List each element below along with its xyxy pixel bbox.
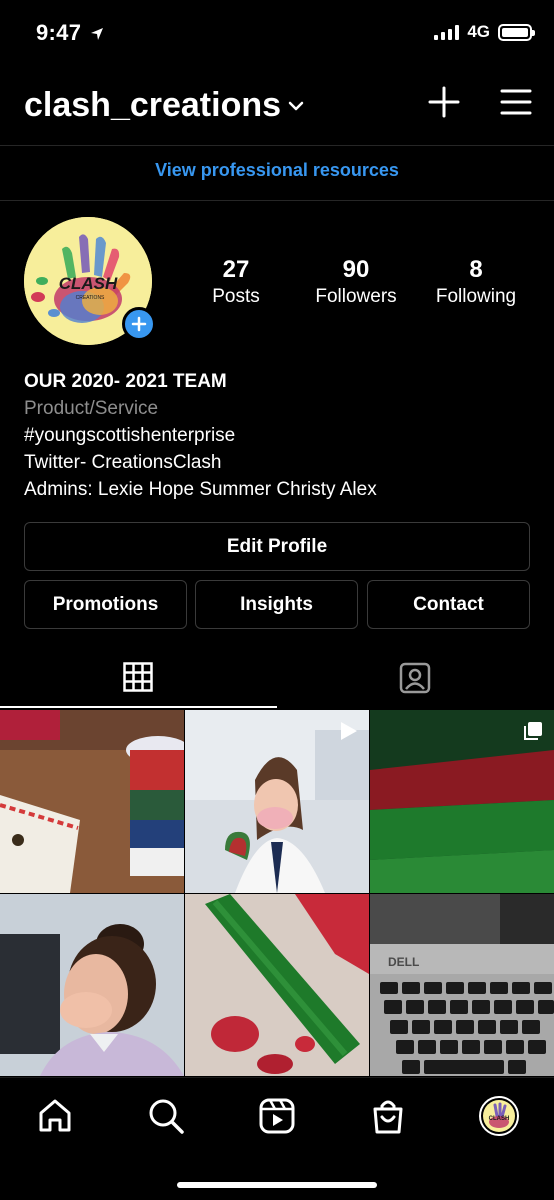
edit-profile-button[interactable]: Edit Profile: [24, 522, 530, 571]
battery-icon: [498, 23, 535, 41]
post-thumbnail[interactable]: [0, 894, 184, 1076]
username: clash_creations: [24, 86, 282, 124]
menu-icon[interactable]: [500, 88, 532, 116]
avatar-logo-text: CLASH: [59, 274, 118, 293]
posts-label: Posts: [212, 286, 260, 307]
bio-line: Admins: Lexie Hope Summer Christy Alex: [24, 479, 377, 500]
location-arrow-icon: [91, 28, 103, 40]
nav-profile[interactable]: CLASH: [477, 1094, 521, 1138]
avatar-logo-subtext: CREATIONS: [76, 295, 105, 301]
plus-icon[interactable]: [428, 86, 460, 118]
reels-icon: [259, 1098, 295, 1134]
bio-name: OUR 2020- 2021 TEAM: [24, 371, 227, 392]
ribbon-spools-photo: [0, 710, 184, 893]
status-time: 9:47: [36, 20, 82, 45]
glitter-roll-photo: [185, 894, 369, 1076]
divider: [0, 145, 554, 146]
chevron-down-icon: [288, 101, 304, 110]
professional-resources-link[interactable]: View professional resources: [0, 160, 554, 181]
following-label: Following: [435, 286, 517, 307]
profile-header: clash_creations: [0, 80, 554, 138]
bio-hashtag[interactable]: #youngscottishenterprise: [24, 422, 534, 449]
home-icon: [39, 1099, 71, 1132]
following-count: 8: [469, 256, 483, 283]
promotions-button[interactable]: Promotions: [24, 580, 187, 629]
signal-icon: [434, 24, 460, 40]
post-thumbnail[interactable]: DELL: [370, 894, 554, 1076]
home-indicator: [177, 1182, 377, 1188]
status-bar: 9:47 4G: [0, 0, 554, 68]
svg-text:DELL: DELL: [388, 955, 419, 969]
profile-avatar: CLASH: [479, 1096, 519, 1136]
followers-label: Followers: [315, 286, 397, 307]
contact-button[interactable]: Contact: [367, 580, 530, 629]
followers-count: 90: [342, 256, 370, 283]
insights-button[interactable]: Insights: [195, 580, 358, 629]
bio-category: Product/Service: [24, 398, 159, 419]
profile-bio: OUR 2020- 2021 TEAM Product/Service #you…: [24, 368, 534, 503]
profile-stats: 27 Posts 90 Followers 8 Following: [176, 256, 536, 308]
nav-search[interactable]: [144, 1094, 188, 1138]
header-actions: [428, 86, 532, 118]
profile-avatar[interactable]: CLASH CREATIONS: [24, 217, 156, 345]
post-grid: DELL: [0, 710, 554, 1076]
post-thumbnail[interactable]: [370, 710, 554, 893]
reel-icon: [341, 722, 357, 740]
posts-stat[interactable]: 27 Posts: [176, 256, 296, 308]
nav-reels[interactable]: [255, 1094, 299, 1138]
bio-line: Twitter- CreationsClash: [24, 452, 222, 473]
divider: [0, 200, 554, 201]
network-type: 4G: [467, 22, 490, 41]
shop-icon: [373, 1100, 403, 1134]
followers-stat[interactable]: 90 Followers: [296, 256, 416, 308]
laptop-photo: DELL: [370, 894, 554, 1076]
student-in-mask-photo: [0, 894, 184, 1076]
status-right: 4G: [434, 22, 535, 42]
tagged-icon[interactable]: [399, 662, 431, 694]
nav-home[interactable]: [33, 1094, 77, 1138]
plus-icon: [131, 316, 147, 332]
grid-icon[interactable]: [123, 662, 153, 692]
following-stat[interactable]: 8 Following: [416, 256, 536, 308]
account-switcher[interactable]: clash_creations: [24, 86, 305, 125]
nav-avatar-text: CLASH: [489, 1116, 510, 1122]
active-tab-indicator: [0, 706, 277, 708]
add-story-button[interactable]: [122, 307, 156, 341]
bottom-navigation: CLASH: [0, 1077, 554, 1200]
profile-tabs: [0, 650, 554, 710]
post-thumbnail[interactable]: [185, 710, 369, 893]
post-thumbnail[interactable]: [0, 710, 184, 893]
posts-count: 27: [222, 256, 250, 283]
search-icon: [149, 1099, 184, 1134]
post-thumbnail[interactable]: [185, 894, 369, 1076]
carousel-icon: [524, 722, 542, 740]
nav-shop[interactable]: [366, 1094, 410, 1138]
